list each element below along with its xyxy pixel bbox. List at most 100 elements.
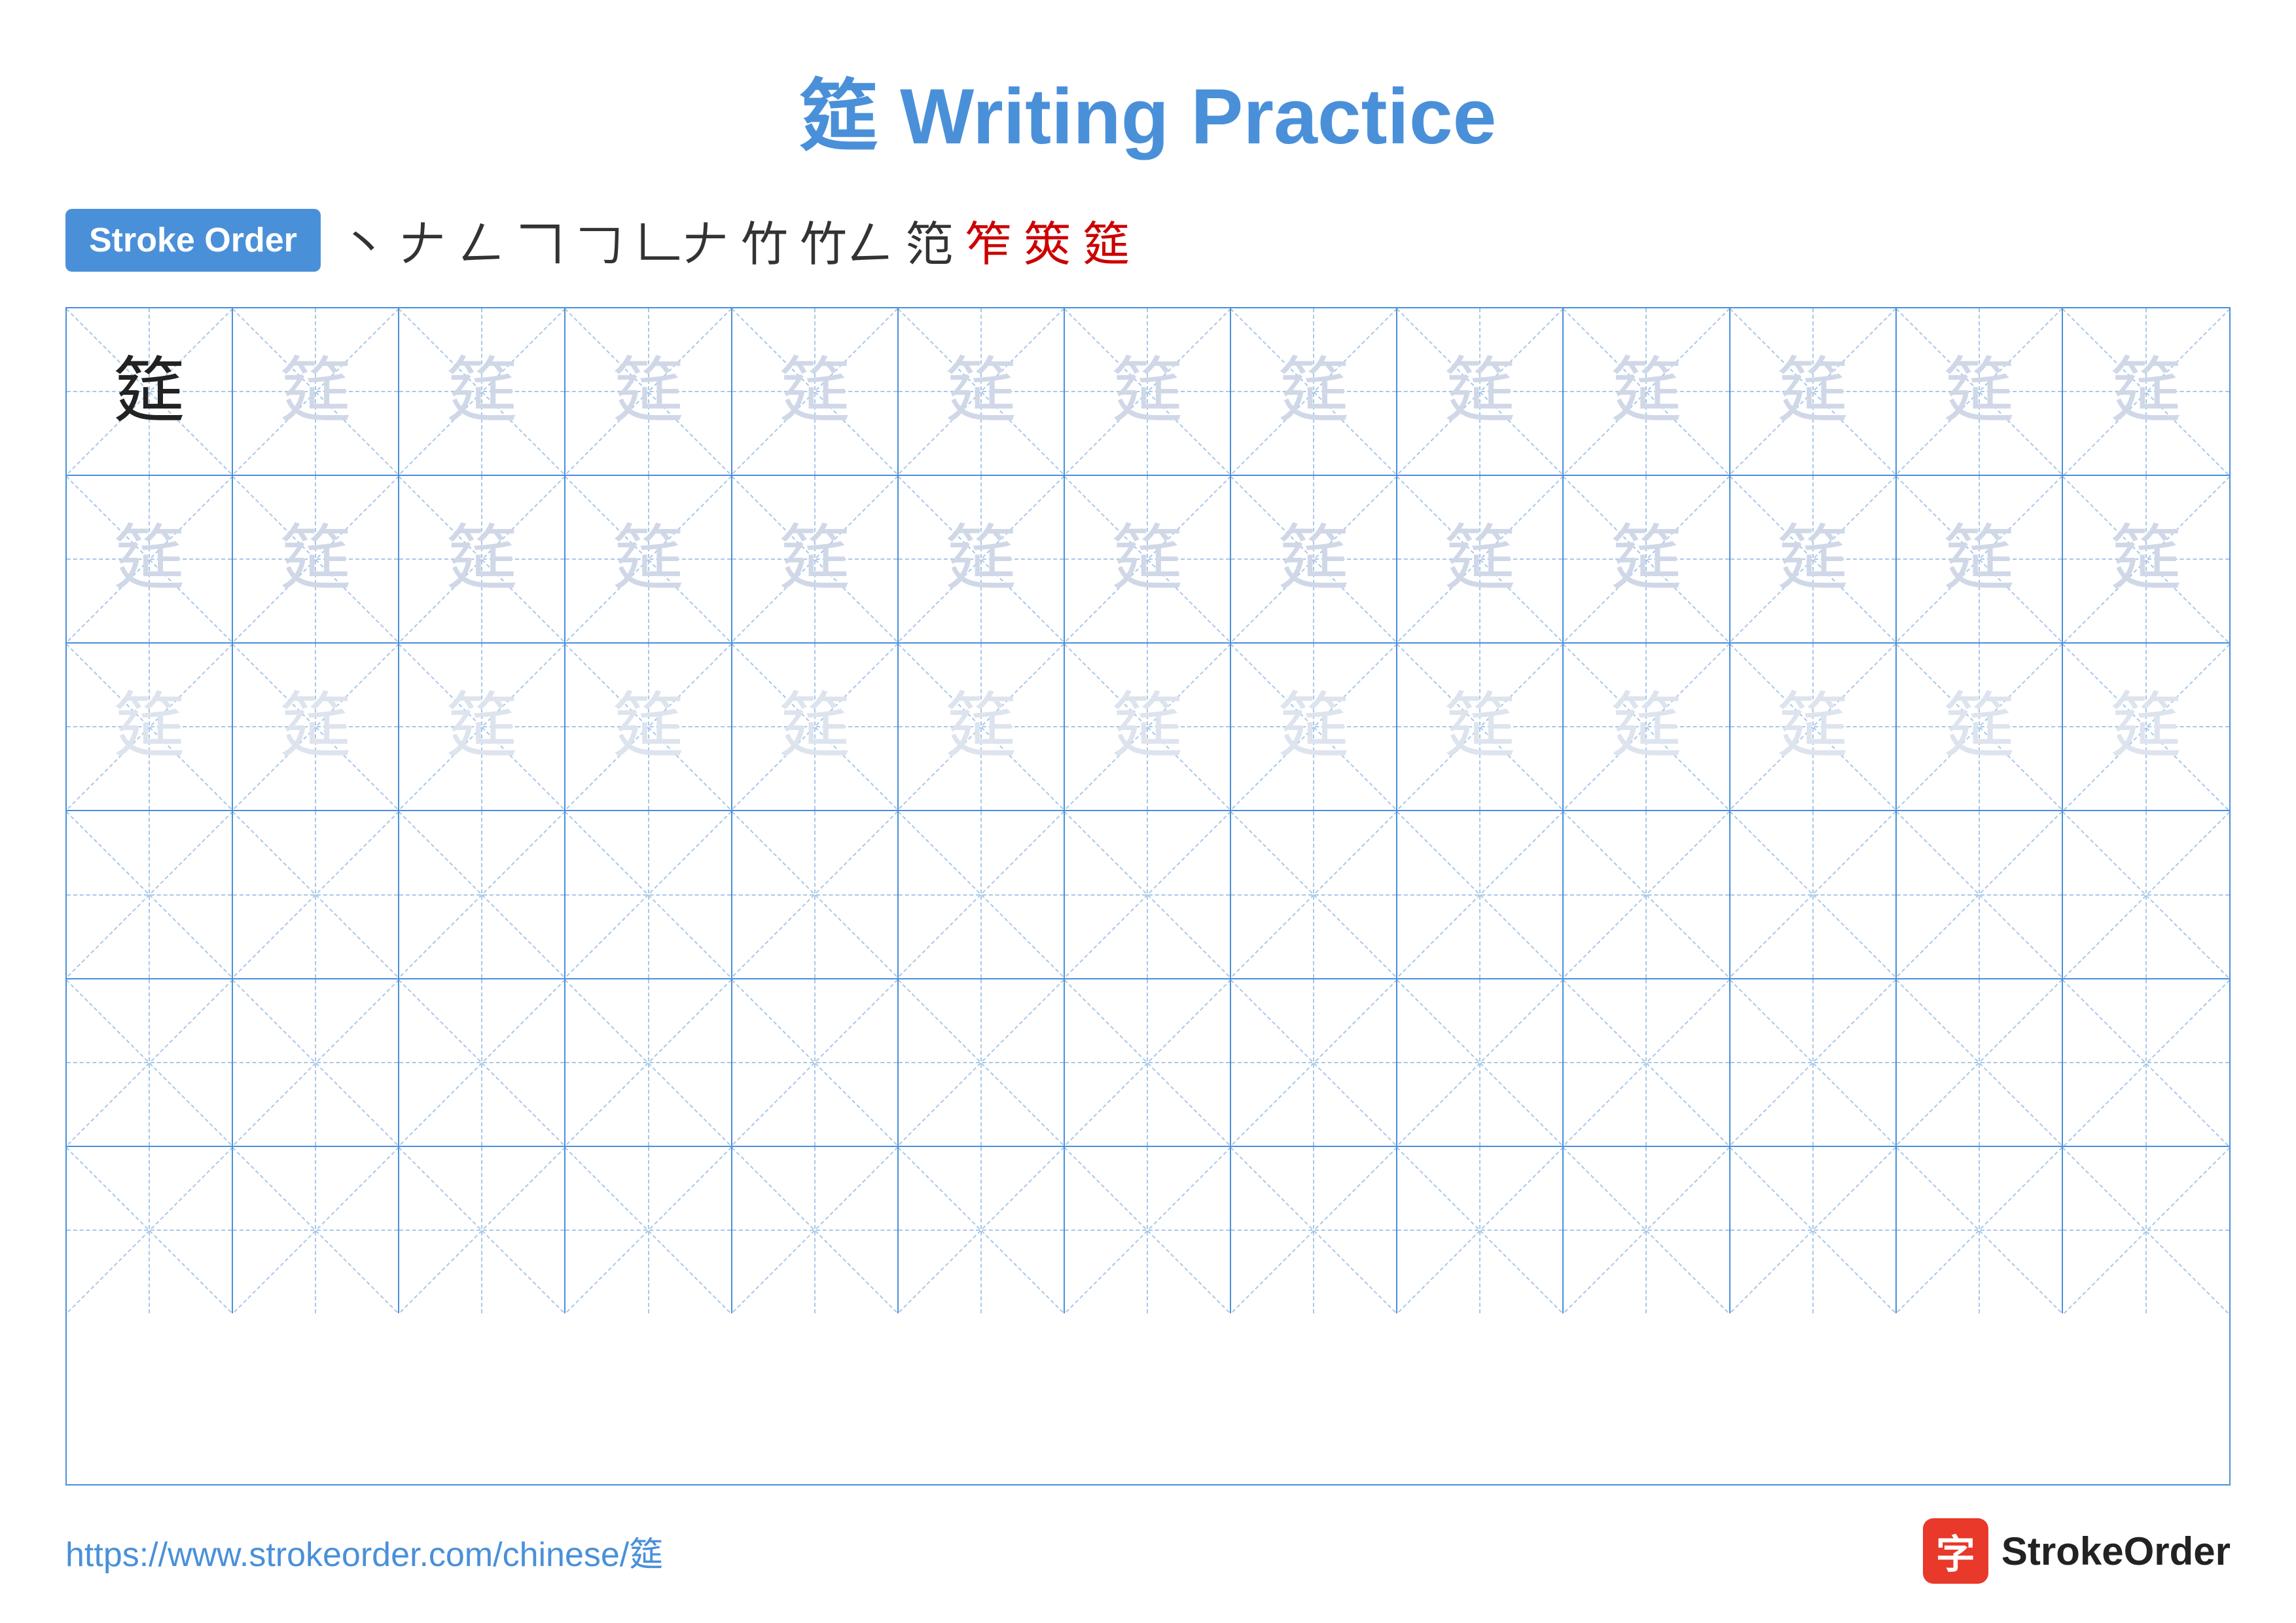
grid-cell[interactable]	[1897, 811, 2063, 977]
stroke-7: 竹	[741, 206, 788, 274]
grid-cell[interactable]	[2063, 1147, 2229, 1313]
grid-cell[interactable]	[1065, 1147, 1231, 1313]
practice-char: 筵	[1610, 691, 1682, 763]
grid-cell[interactable]	[2063, 979, 2229, 1146]
grid-cell[interactable]	[899, 1147, 1065, 1313]
grid-cell[interactable]	[1065, 811, 1231, 977]
grid-cell[interactable]	[1065, 979, 1231, 1146]
grid-cell[interactable]: 筵	[1564, 308, 1730, 475]
grid-cell[interactable]: 筵	[1897, 644, 2063, 810]
grid-cell[interactable]: 筵	[2063, 476, 2229, 642]
grid-cell[interactable]	[233, 811, 399, 977]
grid-cell[interactable]: 筵	[1564, 476, 1730, 642]
stroke-8: 竹𠃋	[800, 206, 894, 274]
grid-cell[interactable]	[1731, 979, 1897, 1146]
grid-cell[interactable]: 筵	[1731, 476, 1897, 642]
grid-cell[interactable]: 筵	[1397, 308, 1564, 475]
grid-cell[interactable]	[1897, 979, 2063, 1146]
grid-cell[interactable]	[1731, 811, 1897, 977]
grid-cell[interactable]: 筵	[899, 644, 1065, 810]
grid-cell[interactable]: 筵	[1231, 476, 1397, 642]
grid-cell[interactable]	[399, 979, 565, 1146]
grid-cell[interactable]	[399, 811, 565, 977]
grid-cell[interactable]	[732, 1147, 899, 1313]
grid-cell[interactable]: 筵	[565, 644, 732, 810]
grid-cell[interactable]: 筵	[67, 476, 233, 642]
stroke-3: 𠃋	[458, 206, 505, 274]
grid-cell[interactable]: 筵	[1065, 476, 1231, 642]
practice-char: 筵	[446, 356, 518, 428]
grid-cell[interactable]	[899, 811, 1065, 977]
footer-url[interactable]: https://www.strokeorder.com/chinese/筵	[65, 1527, 663, 1576]
grid-cell[interactable]: 筵	[233, 644, 399, 810]
grid-cell[interactable]: 筵	[565, 308, 732, 475]
grid-cell[interactable]: 筵	[899, 476, 1065, 642]
grid-cell[interactable]: 筵	[1065, 644, 1231, 810]
stroke-1: 丶	[340, 206, 387, 274]
footer-logo: 字 StrokeOrder	[1923, 1518, 2231, 1584]
grid-cell[interactable]	[732, 811, 899, 977]
grid-cell[interactable]: 筵	[399, 644, 565, 810]
grid-cell[interactable]: 筵	[233, 476, 399, 642]
grid-cell[interactable]	[1231, 979, 1397, 1146]
grid-cell[interactable]: 筵	[732, 644, 899, 810]
grid-cell[interactable]	[1397, 1147, 1564, 1313]
grid-cell[interactable]: 筵	[1397, 476, 1564, 642]
grid-cell[interactable]: 筵	[732, 308, 899, 475]
grid-cell[interactable]: 筵	[67, 644, 233, 810]
practice-char: 筵	[1777, 356, 1849, 428]
grid-cell[interactable]	[1564, 811, 1730, 977]
grid-cell[interactable]	[732, 979, 899, 1146]
grid-cell[interactable]: 筵	[899, 308, 1065, 475]
grid-cell[interactable]: 筵	[233, 308, 399, 475]
practice-char: 筵	[1777, 691, 1849, 763]
stroke-9: 笵	[906, 206, 953, 274]
practice-char: 筵	[945, 523, 1017, 595]
grid-cell[interactable]	[399, 1147, 565, 1313]
grid-cell[interactable]: 筵	[67, 308, 233, 475]
title-char: 筵	[800, 73, 878, 160]
grid-cell[interactable]	[899, 979, 1065, 1146]
grid-cell[interactable]	[67, 1147, 233, 1313]
grid-cell[interactable]	[565, 979, 732, 1146]
practice-char: 筵	[1943, 523, 2015, 595]
grid-cell[interactable]	[565, 1147, 732, 1313]
practice-grid: 筵 筵 筵 筵 筵 筵 筵 筵 筵 筵 筵 筵 筵 筵 筵 筵 筵 筵 筵 筵 …	[65, 307, 2231, 1486]
grid-row-1: 筵 筵 筵 筵 筵 筵 筵 筵 筵 筵 筵 筵 筵	[67, 308, 2229, 476]
grid-cell[interactable]	[67, 979, 233, 1146]
grid-cell[interactable]: 筵	[2063, 644, 2229, 810]
grid-cell[interactable]	[1397, 811, 1564, 977]
grid-cell[interactable]: 筵	[1065, 308, 1231, 475]
grid-cell[interactable]	[1731, 1147, 1897, 1313]
grid-cell[interactable]	[2063, 811, 2229, 977]
practice-char: 筵	[2110, 356, 2182, 428]
grid-cell[interactable]	[1564, 979, 1730, 1146]
grid-cell[interactable]: 筵	[2063, 308, 2229, 475]
grid-cell[interactable]: 筵	[565, 476, 732, 642]
grid-cell[interactable]	[1397, 979, 1564, 1146]
grid-cell[interactable]: 筵	[1397, 644, 1564, 810]
practice-char: 筵	[779, 523, 851, 595]
grid-cell[interactable]: 筵	[399, 476, 565, 642]
practice-char: 筵	[1278, 691, 1350, 763]
grid-cell[interactable]	[565, 811, 732, 977]
grid-cell[interactable]	[1231, 811, 1397, 977]
grid-cell[interactable]: 筵	[1731, 308, 1897, 475]
grid-cell[interactable]	[67, 811, 233, 977]
grid-cell[interactable]: 筵	[1897, 308, 2063, 475]
grid-cell[interactable]: 筵	[1731, 644, 1897, 810]
grid-cell[interactable]	[233, 979, 399, 1146]
grid-cell[interactable]	[1564, 1147, 1730, 1313]
grid-cell[interactable]: 筵	[1231, 308, 1397, 475]
grid-row-5	[67, 979, 2229, 1147]
grid-cell[interactable]	[1897, 1147, 2063, 1313]
grid-cell[interactable]	[1231, 1147, 1397, 1313]
practice-char: 筵	[1943, 356, 2015, 428]
grid-cell[interactable]: 筵	[1231, 644, 1397, 810]
grid-cell[interactable]: 筵	[1564, 644, 1730, 810]
grid-cell[interactable]: 筵	[399, 308, 565, 475]
grid-cell[interactable]: 筵	[732, 476, 899, 642]
grid-cell[interactable]	[233, 1147, 399, 1313]
practice-char: 筵	[279, 691, 351, 763]
grid-cell[interactable]: 筵	[1897, 476, 2063, 642]
